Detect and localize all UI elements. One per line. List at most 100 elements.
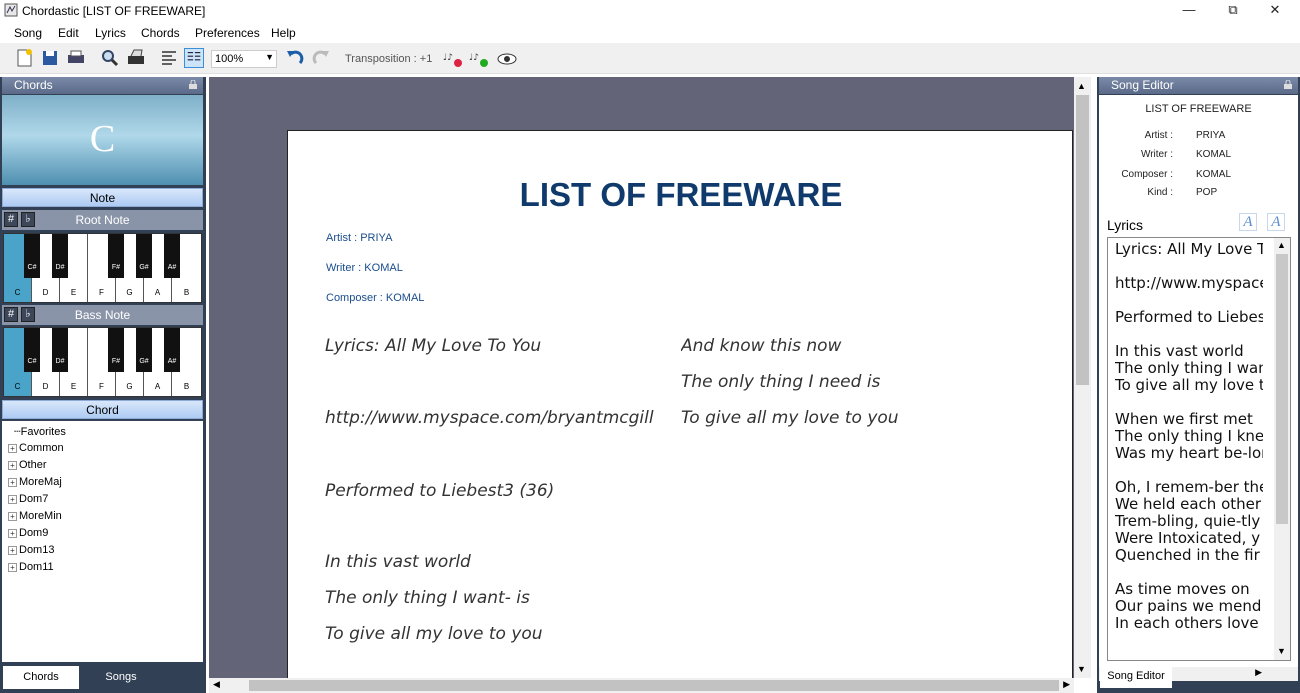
preview-icon[interactable] <box>496 48 518 68</box>
expand-icon[interactable]: + <box>8 443 17 453</box>
expand-icon[interactable]: + <box>8 528 17 538</box>
scroll-right-icon[interactable]: ▶ <box>1255 667 1262 678</box>
scroll-right-icon[interactable]: ▶ <box>1063 679 1070 690</box>
search-icon[interactable] <box>100 48 120 68</box>
root-key-f-sharp[interactable]: F# <box>108 234 124 278</box>
document-horizontal-scrollbar[interactable]: ◀ ▶ <box>209 678 1074 693</box>
bass-key-d-sharp[interactable]: D# <box>52 328 68 372</box>
menu-song[interactable]: Song <box>14 26 42 40</box>
tree-item-dom13[interactable]: + Dom13 <box>8 544 54 556</box>
undo-icon[interactable] <box>285 48 305 68</box>
tree-item-label: Other <box>19 459 47 471</box>
root-key-a-sharp[interactable]: A# <box>164 234 180 278</box>
menu-preferences[interactable]: Preferences <box>195 26 260 40</box>
print-setup-icon[interactable] <box>126 48 146 68</box>
composer-line: Composer : KOMAL <box>326 292 425 304</box>
bass-key-g-sharp[interactable]: G# <box>136 328 152 372</box>
tree-item-dom7[interactable]: + Dom7 <box>8 493 48 505</box>
song-editor-title: Song Editor <box>1111 78 1174 92</box>
close-button[interactable]: ✕ <box>1255 0 1295 22</box>
root-note-piano: C D E F G A B C# D# F# G# A# <box>3 233 202 303</box>
expand-icon[interactable]: + <box>8 511 17 521</box>
tab-chords[interactable]: Chords <box>3 666 79 689</box>
scroll-thumb[interactable] <box>1076 95 1089 385</box>
root-key-c-sharp[interactable]: C# <box>24 234 40 278</box>
expand-icon[interactable]: + <box>8 562 17 572</box>
root-key-d-sharp[interactable]: D# <box>52 234 68 278</box>
scroll-thumb[interactable] <box>1276 254 1288 524</box>
zoom-value: 100% <box>215 53 244 65</box>
tree-item-moremin[interactable]: + MoreMin <box>8 510 62 522</box>
tab-song-editor[interactable]: Song Editor <box>1100 665 1172 688</box>
bass-key-c-sharp[interactable]: C# <box>24 328 40 372</box>
zoom-select[interactable]: 100% ▼ <box>211 50 277 68</box>
artist-line: Artist : PRIYA <box>326 232 393 244</box>
chevron-down-icon: ▼ <box>265 52 274 62</box>
lyric-line: The only thing I want- is <box>325 588 530 608</box>
root-key-g-sharp[interactable]: G# <box>136 234 152 278</box>
tree-item-label: Dom9 <box>19 527 49 539</box>
maximize-button[interactable]: ⧉ <box>1213 0 1253 22</box>
scroll-up-icon[interactable]: ▲ <box>1277 240 1286 250</box>
lyrics-editor[interactable]: Lyrics: All My Love To You http://www.my… <box>1107 237 1291 661</box>
bass-key-f-sharp[interactable]: F# <box>108 328 124 372</box>
columns-icon[interactable] <box>184 48 204 68</box>
new-document-icon[interactable] <box>14 48 34 68</box>
scroll-thumb[interactable] <box>249 680 1059 691</box>
writer-field[interactable]: KOMAL <box>1196 149 1231 160</box>
song-page: LIST OF FREEWARE Artist : PRIYA Writer :… <box>287 130 1073 678</box>
song-editor-header: Song Editor <box>1099 77 1298 94</box>
tree-item-label: Common <box>19 442 64 454</box>
scroll-down-icon[interactable]: ▼ <box>1277 646 1286 656</box>
expand-icon[interactable]: + <box>8 477 17 487</box>
lyrics-text[interactable]: Lyrics: All My Love To You http://www.my… <box>1115 241 1263 632</box>
note-header: Note <box>2 188 203 207</box>
redo-icon[interactable] <box>311 48 331 68</box>
lyrics-label: Lyrics <box>1107 217 1144 233</box>
lyric-line: The only thing I need is <box>681 372 881 392</box>
artist-field[interactable]: PRIYA <box>1196 130 1225 141</box>
menu-lyrics[interactable]: Lyrics <box>95 26 126 40</box>
save-icon[interactable] <box>40 48 60 68</box>
expand-icon[interactable]: + <box>8 460 17 470</box>
scroll-down-icon[interactable]: ▼ <box>1077 664 1086 674</box>
scroll-left-icon[interactable]: ◀ <box>213 679 220 690</box>
align-left-icon[interactable] <box>159 48 179 68</box>
print-icon[interactable] <box>66 48 86 68</box>
tree-item-moremaj[interactable]: + MoreMaj <box>8 476 62 488</box>
lyric-line: To give all my love to you <box>325 624 543 644</box>
current-chord-name: C <box>89 118 116 160</box>
transpose-down-icon[interactable]: ♩♪ <box>442 48 464 68</box>
scroll-up-icon[interactable]: ▲ <box>1077 81 1086 91</box>
tree-item-dom9[interactable]: + Dom9 <box>8 527 48 539</box>
chord-header: Chord <box>2 400 203 419</box>
tree-item-other[interactable]: + Other <box>8 459 47 471</box>
song-editor-panel: Song Editor LIST OF FREEWARE Artist : PR… <box>1097 77 1300 693</box>
expand-icon[interactable]: + <box>8 545 17 555</box>
tree-item-common[interactable]: + Common <box>8 442 64 454</box>
menu-help[interactable]: Help <box>271 26 296 40</box>
toolbar: 100% ▼ Transposition : +1 ♩♪ ♩♪ <box>0 43 1300 74</box>
font-smaller-icon[interactable]: A <box>1239 213 1257 231</box>
composer-field[interactable]: KOMAL <box>1196 169 1231 180</box>
lock-icon[interactable] <box>1284 80 1292 89</box>
font-larger-icon[interactable]: A <box>1267 213 1285 231</box>
root-note-bar: # ♭ Root Note <box>2 210 203 230</box>
lyrics-scrollbar[interactable]: ▲ ▼ <box>1274 238 1290 660</box>
bass-key-a-sharp[interactable]: A# <box>164 328 180 372</box>
writer-line: Writer : KOMAL <box>326 262 403 274</box>
transpose-up-icon[interactable]: ♩♪ <box>468 48 490 68</box>
lock-icon[interactable] <box>189 80 197 89</box>
svg-text:♩♪: ♩♪ <box>469 53 479 63</box>
tree-item-favorites[interactable]: ┄Favorites <box>14 425 66 438</box>
song-title-field[interactable]: LIST OF FREEWARE <box>1099 103 1298 115</box>
tab-songs[interactable]: Songs <box>83 666 159 689</box>
left-panel-tabs: Chords Songs <box>0 662 206 693</box>
document-vertical-scrollbar[interactable]: ▲ ▼ <box>1074 77 1091 678</box>
tree-item-dom11[interactable]: + Dom11 <box>8 561 54 573</box>
expand-icon[interactable]: + <box>8 494 17 504</box>
kind-field[interactable]: POP <box>1196 187 1217 198</box>
menu-chords[interactable]: Chords <box>141 26 180 40</box>
menu-edit[interactable]: Edit <box>58 26 79 40</box>
minimize-button[interactable]: — <box>1169 0 1209 22</box>
